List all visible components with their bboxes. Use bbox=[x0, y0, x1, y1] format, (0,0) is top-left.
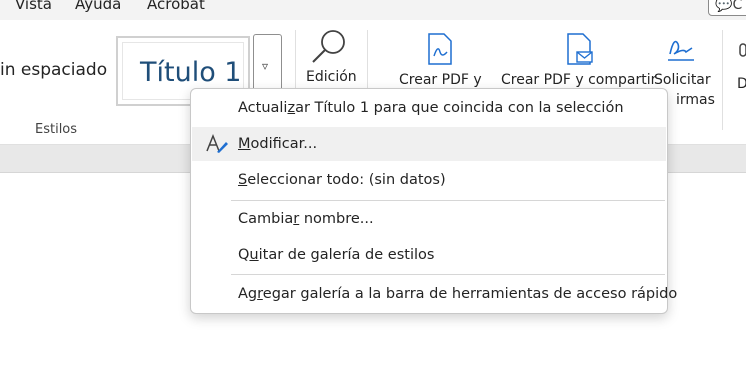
menu-text: Actuali bbox=[238, 100, 288, 116]
comment-icon: 💬 bbox=[715, 0, 733, 13]
menu-text: ar Título 1 para que coincida con la sel… bbox=[295, 100, 624, 116]
menu-accelerator: u bbox=[249, 247, 259, 263]
menu-accelerator: M bbox=[238, 136, 251, 152]
menu-text: eleccionar todo: (sin datos) bbox=[247, 172, 446, 188]
comments-label: C bbox=[732, 0, 743, 13]
request-signatures-label-line2[interactable]: irmas bbox=[676, 92, 715, 108]
menu-item-update-style[interactable]: Actualizar Título 1 para que coincida co… bbox=[192, 91, 666, 125]
modify-style-icon bbox=[206, 134, 228, 153]
menu-item-add-to-qat[interactable]: Agregar galería a la barra de herramient… bbox=[192, 277, 677, 311]
menu-text: Ag bbox=[238, 286, 258, 302]
pdf-share-icon[interactable] bbox=[565, 32, 595, 66]
pdf-create-icon[interactable] bbox=[426, 32, 454, 66]
menu-item-rename[interactable]: Cambiar nombre... bbox=[192, 202, 666, 236]
menu-item-remove-from-gallery[interactable]: Quitar de galería de estilos bbox=[192, 238, 666, 272]
dictate-icon[interactable] bbox=[736, 42, 746, 62]
menu-text: Cambia bbox=[238, 211, 294, 227]
menu-accelerator: z bbox=[287, 100, 296, 116]
edicion-label[interactable]: Edición bbox=[306, 69, 357, 85]
gallery-more-icon: ▿ bbox=[262, 59, 269, 73]
menu-item-select-all[interactable]: Seleccionar todo: (sin datos) bbox=[192, 163, 666, 197]
signature-icon[interactable] bbox=[664, 32, 698, 66]
menu-text: itar de galería de estilos bbox=[258, 247, 435, 263]
menu-text: egar galería a la barra de herramientas … bbox=[262, 286, 678, 302]
menu-vista[interactable]: Vista bbox=[15, 0, 52, 13]
menu-acrobat[interactable]: Acrobat bbox=[147, 0, 205, 13]
menu-bar: Vista Ayuda Acrobat 💬C bbox=[0, 0, 746, 20]
menu-text: nombre... bbox=[299, 211, 374, 227]
create-pdf-label[interactable]: Crear PDF y bbox=[399, 72, 482, 88]
dictate-label[interactable]: D bbox=[737, 76, 746, 92]
menu-text: odificar... bbox=[250, 136, 318, 152]
group-label-styles: Estilos bbox=[35, 122, 78, 137]
menu-separator bbox=[231, 200, 665, 201]
search-icon[interactable] bbox=[309, 25, 351, 67]
menu-ayuda[interactable]: Ayuda bbox=[75, 0, 121, 13]
menu-text: Q bbox=[238, 247, 250, 263]
style-title1-label: Título 1 bbox=[140, 57, 242, 88]
request-signatures-label[interactable]: Solicitar bbox=[654, 72, 711, 88]
style-context-menu: Actualizar Título 1 para que coincida co… bbox=[190, 88, 677, 314]
comments-button[interactable]: 💬C bbox=[708, 0, 746, 16]
menu-accelerator: S bbox=[238, 172, 248, 188]
create-share-pdf-label[interactable]: Crear PDF y compartir bbox=[501, 72, 656, 88]
group-divider bbox=[722, 30, 723, 130]
menu-item-modify[interactable]: Modificar... bbox=[192, 127, 666, 161]
style-no-spacing[interactable]: in espaciado bbox=[0, 60, 107, 80]
menu-separator bbox=[231, 274, 665, 275]
